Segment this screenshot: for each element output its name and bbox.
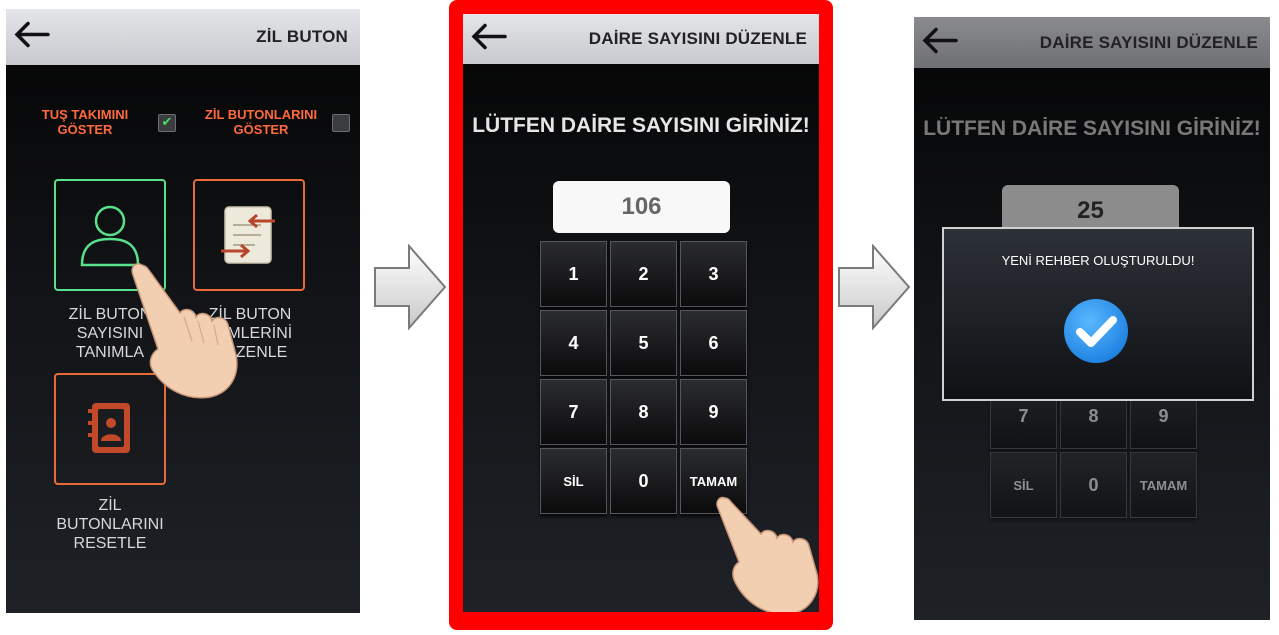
- key-0[interactable]: 0: [610, 448, 677, 514]
- count-input[interactable]: 106: [553, 181, 730, 233]
- dialog-message: YENİ REHBER OLUŞTURULDU!: [1001, 253, 1195, 268]
- toggle-buttons-label: ZİL BUTONLARINI GÖSTER: [204, 107, 318, 137]
- checkmark-icon: ✔: [161, 114, 173, 129]
- key-1[interactable]: 1: [540, 241, 607, 307]
- success-dialog: YENİ REHBER OLUŞTURULDU!: [942, 227, 1254, 401]
- top-bar: DAİRE SAYISINI DÜZENLE: [463, 14, 819, 64]
- screen-zil-buton: ZİL BUTON TUŞ TAKIMINI GÖSTER ✔ ZİL BUTO…: [6, 9, 360, 613]
- prompt-text: LÜTFEN DAİRE SAYISINI GİRİNİZ!: [472, 114, 810, 137]
- key-2[interactable]: 2: [610, 241, 677, 307]
- hand-pointer-icon: [131, 263, 238, 399]
- key-6[interactable]: 6: [680, 310, 747, 376]
- key-7[interactable]: 7: [540, 379, 607, 445]
- toggle-buttons-checkbox[interactable]: [332, 114, 350, 132]
- screen-edit-count: DAİRE SAYISINI DÜZENLE LÜTFEN DAİRE SAYI…: [463, 14, 819, 612]
- key-0[interactable]: 0: [1060, 452, 1127, 518]
- back-arrow-icon[interactable]: [12, 20, 52, 55]
- delete-key[interactable]: SİL: [990, 452, 1057, 518]
- toggle-keypad-label: TUŞ TAKIMINI GÖSTER: [41, 107, 129, 137]
- page-title: ZİL BUTON: [256, 27, 348, 46]
- toggle-keypad-checkbox[interactable]: ✔: [158, 114, 176, 132]
- page-title: DAİRE SAYISINI DÜZENLE: [588, 29, 807, 48]
- hand-pointer-icon: [716, 496, 819, 612]
- back-arrow-icon[interactable]: [920, 25, 960, 60]
- back-arrow-icon[interactable]: [469, 22, 509, 57]
- reset-buttons-label: ZİL BUTONLARINI RESETLE: [56, 497, 164, 552]
- delete-key[interactable]: SİL: [540, 448, 607, 514]
- key-8[interactable]: 8: [610, 379, 677, 445]
- check-circle-icon: [1064, 299, 1128, 363]
- key-5[interactable]: 5: [610, 310, 677, 376]
- top-bar: DAİRE SAYISINI DÜZENLE: [914, 17, 1270, 68]
- key-9[interactable]: 9: [680, 379, 747, 445]
- screen-confirmation: DAİRE SAYISINI DÜZENLE LÜTFEN DAİRE SAYI…: [914, 17, 1270, 620]
- page-title: DAİRE SAYISINI DÜZENLE: [1039, 32, 1258, 52]
- top-bar: ZİL BUTON: [6, 9, 360, 65]
- prompt-text: LÜTFEN DAİRE SAYISINI GİRİNİZ!: [923, 117, 1261, 140]
- flow-arrow-icon: [374, 244, 447, 330]
- flow-arrow-icon: [838, 244, 911, 330]
- key-3[interactable]: 3: [680, 241, 747, 307]
- ok-key[interactable]: TAMAM: [1130, 452, 1197, 518]
- key-4[interactable]: 4: [540, 310, 607, 376]
